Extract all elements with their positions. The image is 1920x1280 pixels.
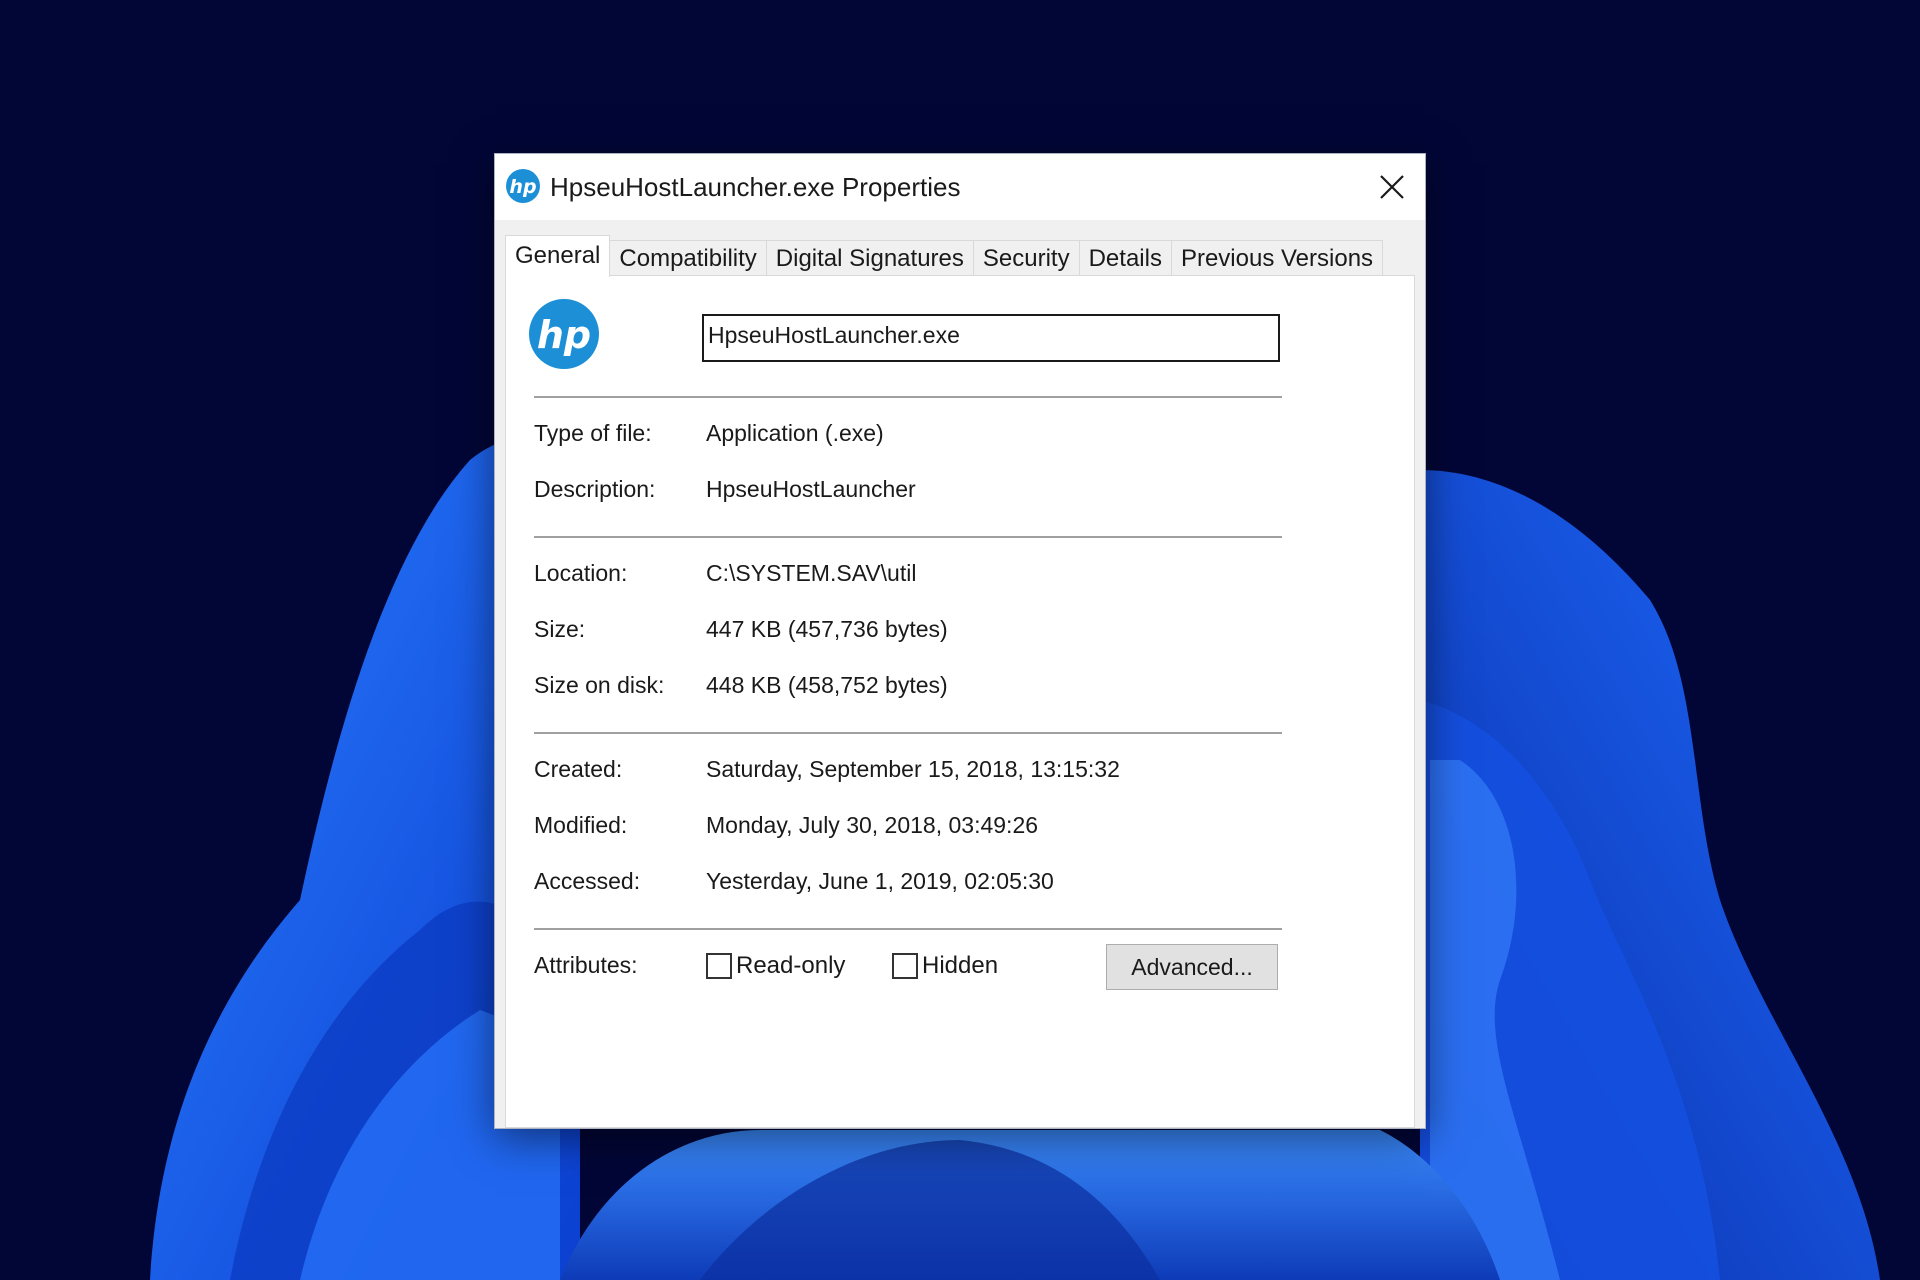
hidden-label: Hidden — [922, 952, 999, 979]
size-on-disk-label: Size on disk: — [534, 672, 665, 698]
hidden-checkbox[interactable]: Hidden — [892, 952, 998, 980]
hidden-checkbox-box[interactable] — [892, 953, 918, 979]
window-title: HpseuHostLauncher.exe Properties — [550, 172, 961, 202]
advanced-button[interactable]: Advanced... — [1106, 944, 1278, 990]
read-only-label: Read-only — [736, 952, 846, 979]
accessed-label: Accessed: — [534, 868, 641, 894]
description-value: HpseuHostLauncher — [706, 476, 916, 502]
attributes-label: Attributes: — [534, 952, 638, 978]
tab-details[interactable]: Details — [1078, 240, 1172, 276]
created-label: Created: — [534, 756, 623, 782]
hp-logo-icon: hp — [529, 299, 599, 369]
size-value: 447 KB (457,736 bytes) — [706, 616, 948, 642]
close-button[interactable] — [1359, 154, 1425, 220]
size-label: Size: — [534, 616, 586, 642]
accessed-value: Yesterday, June 1, 2019, 02:05:30 — [706, 868, 1054, 894]
separator — [534, 732, 1282, 734]
tab-security[interactable]: Security — [972, 240, 1080, 276]
svg-text:hp: hp — [509, 176, 536, 198]
read-only-checkbox-box[interactable] — [706, 953, 732, 979]
tab-compatibility[interactable]: Compatibility — [609, 240, 767, 276]
type-of-file-label: Type of file: — [534, 420, 652, 446]
tab-digital-signatures[interactable]: Digital Signatures — [765, 240, 974, 276]
general-panel: hp Type of file: Application (.exe) Desc… — [505, 275, 1415, 1128]
separator — [534, 928, 1282, 930]
type-of-file-value: Application (.exe) — [706, 420, 884, 446]
location-value: C:\SYSTEM.SAV\util — [706, 560, 917, 586]
created-value: Saturday, September 15, 2018, 13:15:32 — [706, 756, 1120, 782]
separator — [534, 536, 1282, 538]
separator — [534, 396, 1282, 398]
modified-value: Monday, July 30, 2018, 03:49:26 — [706, 812, 1039, 838]
tab-previous-versions[interactable]: Previous Versions — [1170, 240, 1384, 276]
read-only-checkbox[interactable]: Read-only — [706, 952, 845, 980]
properties-dialog: hp HpseuHostLauncher.exe Properties Gene… — [495, 154, 1425, 1128]
modified-label: Modified: — [534, 812, 628, 838]
svg-text:hp: hp — [537, 313, 591, 357]
title-bar[interactable]: hp HpseuHostLauncher.exe Properties — [495, 154, 1425, 220]
desktop: hp HpseuHostLauncher.exe Properties Gene… — [0, 0, 1920, 1280]
size-on-disk-value: 448 KB (458,752 bytes) — [706, 672, 948, 698]
hp-logo-icon: hp — [506, 169, 540, 203]
close-icon — [1380, 175, 1404, 199]
file-name-input[interactable] — [702, 314, 1280, 362]
tab-general[interactable]: General — [505, 235, 611, 277]
description-label: Description: — [534, 476, 656, 502]
location-label: Location: — [534, 560, 628, 586]
tab-strip: General Compatibility Digital Signatures… — [505, 235, 1384, 277]
